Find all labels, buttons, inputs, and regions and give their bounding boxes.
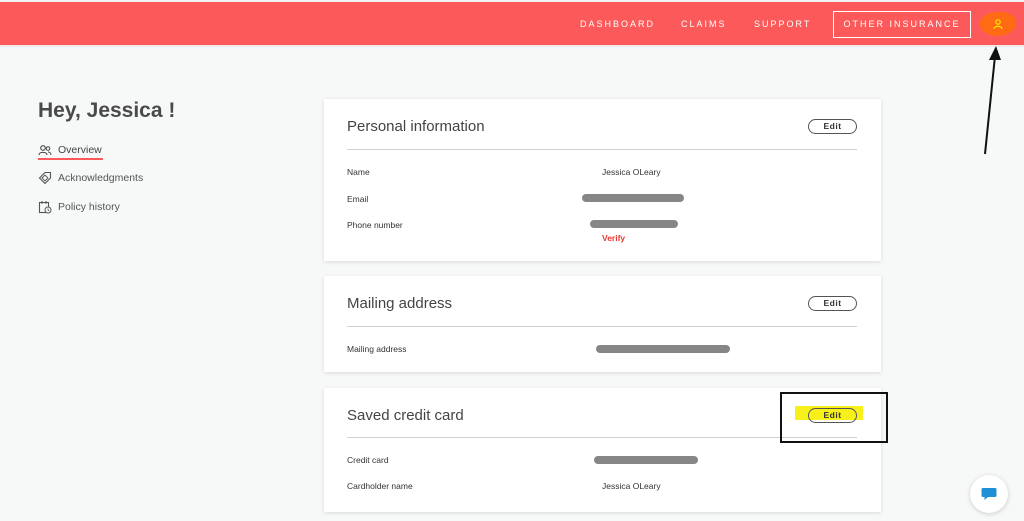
phone-label: Phone number bbox=[347, 220, 403, 230]
mailing-address-label: Mailing address bbox=[347, 344, 407, 354]
edit-mailing-button[interactable]: Edit bbox=[808, 296, 857, 311]
other-insurance-button[interactable]: OTHER INSURANCE bbox=[833, 11, 971, 38]
tag-icon bbox=[38, 171, 52, 185]
greeting-heading: Hey, Jessica ! bbox=[38, 99, 176, 122]
annotation-arrow bbox=[984, 46, 1001, 155]
user-menu-button[interactable] bbox=[980, 12, 1016, 36]
redacted-email bbox=[582, 194, 684, 202]
redacted-phone bbox=[590, 220, 678, 228]
credit-card-label: Credit card bbox=[347, 455, 389, 465]
card-title: Mailing address bbox=[347, 295, 453, 312]
redacted-card-number bbox=[594, 456, 698, 464]
divider bbox=[347, 149, 857, 150]
card-title: Personal information bbox=[347, 118, 485, 135]
chat-icon bbox=[981, 488, 997, 500]
active-indicator bbox=[38, 158, 103, 160]
name-value: Jessica OLeary bbox=[602, 167, 661, 177]
sidebar-item-policy-history[interactable]: Policy history bbox=[38, 200, 120, 214]
cardholder-value: Jessica OLeary bbox=[602, 481, 661, 491]
chat-button[interactable] bbox=[970, 475, 1008, 513]
redacted-address bbox=[596, 345, 730, 353]
sidebar-item-acknowledgments[interactable]: Acknowledgments bbox=[38, 171, 143, 185]
annotation-box bbox=[780, 392, 888, 443]
top-nav-bar: DASHBOARD CLAIMS SUPPORT OTHER INSURANCE bbox=[0, 0, 1024, 47]
nav-support[interactable]: SUPPORT bbox=[754, 19, 811, 29]
nav-dashboard[interactable]: DASHBOARD bbox=[580, 19, 655, 29]
calendar-clock-icon bbox=[38, 200, 52, 214]
sidebar-item-overview[interactable]: Overview bbox=[38, 143, 102, 157]
sidebar-item-label: Acknowledgments bbox=[58, 172, 144, 184]
personal-information-card: Personal information Edit Name Jessica O… bbox=[324, 99, 881, 261]
name-label: Name bbox=[347, 167, 370, 177]
mailing-address-card: Mailing address Edit Mailing address bbox=[324, 276, 881, 372]
edit-personal-button[interactable]: Edit bbox=[808, 119, 857, 134]
nav-claims[interactable]: CLAIMS bbox=[681, 19, 727, 29]
people-icon bbox=[38, 143, 52, 157]
email-label: Email bbox=[347, 194, 369, 204]
cardholder-label: Cardholder name bbox=[347, 481, 413, 491]
sidebar-item-label: Policy history bbox=[58, 201, 120, 213]
card-title: Saved credit card bbox=[347, 407, 464, 424]
divider bbox=[347, 326, 857, 327]
user-icon bbox=[993, 19, 1003, 30]
verify-phone-link[interactable]: Verify bbox=[602, 233, 625, 243]
sidebar-item-label: Overview bbox=[58, 144, 102, 156]
